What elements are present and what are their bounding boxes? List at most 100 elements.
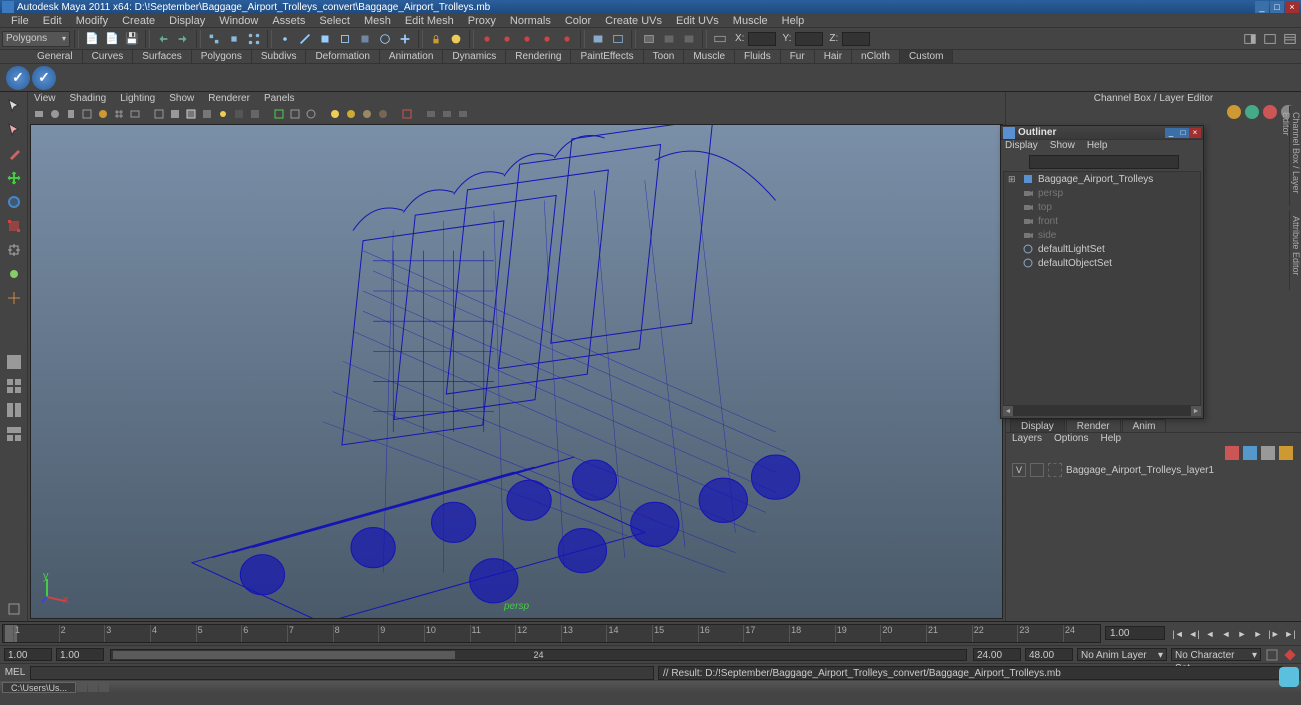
shelf-general[interactable]: General xyxy=(28,50,83,63)
menu-muscle[interactable]: Muscle xyxy=(726,14,775,27)
shelf-hair[interactable]: Hair xyxy=(815,50,852,63)
sidebar-toggle-2-icon[interactable] xyxy=(1261,30,1279,48)
vp-render-settings-icon[interactable] xyxy=(456,107,470,121)
layout-two-h-icon[interactable] xyxy=(1,398,27,422)
tool-settings-icon[interactable] xyxy=(1,597,27,621)
anim-end-field[interactable]: 48.00 xyxy=(1025,648,1073,661)
remote-app-icon[interactable] xyxy=(1279,667,1299,687)
snap-curve-icon[interactable] xyxy=(498,30,516,48)
snap-point-icon[interactable] xyxy=(518,30,536,48)
menu-set-dropdown[interactable]: Polygons xyxy=(2,31,70,47)
outliner-tree[interactable]: ⊞Baggage_Airport_Trolleys persp top fron… xyxy=(1003,171,1201,406)
current-time-field[interactable]: 1.00 xyxy=(1105,626,1165,640)
open-scene-icon[interactable] xyxy=(103,30,121,48)
shelf-curves[interactable]: Curves xyxy=(83,50,134,63)
vp-xray-icon[interactable] xyxy=(288,107,302,121)
viewport[interactable]: yx persp xyxy=(30,124,1003,619)
rotate-tool[interactable] xyxy=(1,190,27,214)
z-input[interactable] xyxy=(842,32,870,46)
step-back-button[interactable]: ◄ xyxy=(1203,627,1217,641)
vp-isolate-icon[interactable] xyxy=(272,107,286,121)
menu-help[interactable]: Help xyxy=(775,14,812,27)
outliner-menu-show[interactable]: Show xyxy=(1050,140,1075,153)
step-forward-key-button[interactable]: |► xyxy=(1267,627,1281,641)
vp-textured-icon[interactable] xyxy=(200,107,214,121)
vp-camera-attr-icon[interactable] xyxy=(48,107,62,121)
character-set-dropdown[interactable]: No Character Set xyxy=(1171,648,1261,661)
redo-icon[interactable] xyxy=(174,30,192,48)
snap-live-icon[interactable] xyxy=(558,30,576,48)
lasso-tool[interactable] xyxy=(1,118,27,142)
vp-menu-panels[interactable]: Panels xyxy=(264,92,295,106)
shelf-button-1[interactable] xyxy=(6,66,30,90)
layer-btn-3[interactable] xyxy=(1261,446,1275,460)
vp-wire-icon[interactable] xyxy=(152,107,166,121)
vp-wire-on-shaded-icon[interactable] xyxy=(184,107,198,121)
layout-four-icon[interactable] xyxy=(1,374,27,398)
vp-shadows-icon[interactable] xyxy=(232,107,246,121)
shelf-surfaces[interactable]: Surfaces xyxy=(133,50,191,63)
set-key-icon[interactable] xyxy=(1281,646,1299,664)
taskbar-max[interactable] xyxy=(88,682,98,692)
undo-icon[interactable] xyxy=(154,30,172,48)
vp-hq-icon[interactable] xyxy=(248,107,262,121)
vp-smooth-icon[interactable] xyxy=(168,107,182,121)
vp-light4-icon[interactable] xyxy=(376,107,390,121)
sidebar-toggle-1-icon[interactable] xyxy=(1241,30,1259,48)
history-off-icon[interactable] xyxy=(609,30,627,48)
taskbar-min[interactable] xyxy=(77,682,87,692)
menu-mesh[interactable]: Mesh xyxy=(357,14,398,27)
side-tab-channel-box[interactable]: Channel Box / Layer Editor xyxy=(1289,106,1301,206)
vp-lights-icon[interactable] xyxy=(216,107,230,121)
render-settings-icon[interactable] xyxy=(680,30,698,48)
select-obj-icon[interactable] xyxy=(225,30,243,48)
range-slider[interactable]: 24 xyxy=(110,649,967,661)
menu-normals[interactable]: Normals xyxy=(503,14,558,27)
step-back-key-button[interactable]: ◄| xyxy=(1187,627,1201,641)
snap-grid-icon[interactable] xyxy=(478,30,496,48)
snap-plane-icon[interactable] xyxy=(538,30,556,48)
cmd-lang-label[interactable]: MEL xyxy=(0,667,30,678)
shelf-animation[interactable]: Animation xyxy=(380,50,443,63)
layer-btn-2[interactable] xyxy=(1243,446,1257,460)
show-manip-tool[interactable] xyxy=(1,286,27,310)
layer-btn-1[interactable] xyxy=(1225,446,1239,460)
vp-xray-joints-icon[interactable] xyxy=(304,107,318,121)
select-tool[interactable] xyxy=(1,94,27,118)
layer-menu-layers[interactable]: Layers xyxy=(1012,433,1042,446)
layer-tab-render[interactable]: Render xyxy=(1066,419,1121,432)
vp-select-camera-icon[interactable] xyxy=(32,107,46,121)
taskbar-item[interactable]: C:\Users\Us... xyxy=(2,682,76,693)
paint-select-tool[interactable] xyxy=(1,142,27,166)
menu-modify[interactable]: Modify xyxy=(69,14,115,27)
shelf-muscle[interactable]: Muscle xyxy=(684,50,735,63)
shelf-subdivs[interactable]: Subdivs xyxy=(252,50,307,63)
layout-three-icon[interactable] xyxy=(1,422,27,446)
select-multi-icon[interactable] xyxy=(396,30,414,48)
vp-2d-icon[interactable] xyxy=(96,107,110,121)
menu-edit[interactable]: Edit xyxy=(36,14,69,27)
menu-proxy[interactable]: Proxy xyxy=(461,14,503,27)
playback-start-field[interactable]: 1.00 xyxy=(56,648,104,661)
layer-menu-options[interactable]: Options xyxy=(1054,433,1088,446)
channel-icon-2[interactable] xyxy=(1245,105,1259,119)
close-button[interactable]: × xyxy=(1285,1,1299,13)
highlight-icon[interactable] xyxy=(447,30,465,48)
layer-type-toggle[interactable] xyxy=(1030,463,1044,477)
outliner-menu-display[interactable]: Display xyxy=(1005,140,1038,153)
menu-window[interactable]: Window xyxy=(212,14,265,27)
vp-menu-lighting[interactable]: Lighting xyxy=(120,92,155,106)
menu-color[interactable]: Color xyxy=(558,14,598,27)
expand-icon[interactable]: ⊞ xyxy=(1008,174,1018,185)
xyz-input-icon[interactable] xyxy=(711,30,729,48)
anim-layer-dropdown[interactable]: No Anim Layer xyxy=(1077,648,1167,661)
step-forward-button[interactable]: ► xyxy=(1251,627,1265,641)
scale-tool[interactable] xyxy=(1,214,27,238)
range-thumb[interactable] xyxy=(113,651,455,659)
vp-light1-icon[interactable] xyxy=(328,107,342,121)
layer-tab-display[interactable]: Display xyxy=(1010,419,1065,432)
outliner-menu-help[interactable]: Help xyxy=(1087,140,1108,153)
shelf-ncloth[interactable]: nCloth xyxy=(852,50,900,63)
universal-tool[interactable] xyxy=(1,238,27,262)
select-face-icon[interactable] xyxy=(316,30,334,48)
